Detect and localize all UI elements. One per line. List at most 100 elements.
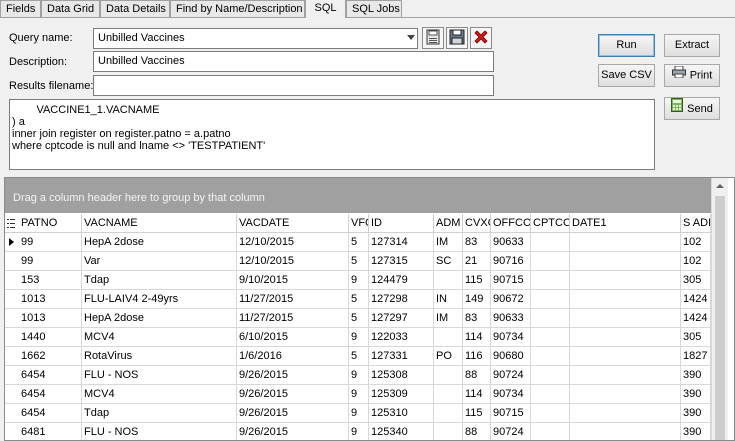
table-cell[interactable] <box>570 271 681 289</box>
tab-data-grid[interactable]: Data Grid <box>41 0 100 17</box>
table-cell[interactable]: 90724 <box>491 366 531 384</box>
table-cell[interactable]: 115 <box>463 271 491 289</box>
table-cell[interactable]: 11/27/2015 <box>237 309 349 327</box>
table-cell[interactable] <box>531 309 570 327</box>
table-cell[interactable]: 1/6/2016 <box>237 347 349 365</box>
send-button[interactable]: Send <box>664 97 720 120</box>
table-cell[interactable]: 9/10/2015 <box>237 271 349 289</box>
table-cell[interactable]: 99 <box>19 252 82 270</box>
table-cell[interactable]: 9 <box>349 385 369 403</box>
table-cell[interactable]: 390 <box>681 404 711 422</box>
table-cell[interactable]: 122033 <box>369 328 434 346</box>
table-cell[interactable] <box>570 252 681 270</box>
column-header-cptco[interactable]: CPTCO <box>531 214 570 233</box>
print-button[interactable]: Print <box>664 64 720 87</box>
table-cell[interactable]: 9 <box>349 328 369 346</box>
table-cell[interactable]: 90734 <box>491 328 531 346</box>
table-cell[interactable] <box>570 309 681 327</box>
table-cell[interactable]: 9/26/2015 <box>237 366 349 384</box>
sql-editor[interactable]: VACCINE1_1.VACNAME ) a inner join regist… <box>9 99 655 170</box>
table-cell[interactable]: 6/10/2015 <box>237 328 349 346</box>
table-cell[interactable]: 9/26/2015 <box>237 404 349 422</box>
table-cell[interactable]: 124479 <box>369 271 434 289</box>
table-cell[interactable]: 90715 <box>491 404 531 422</box>
table-cell[interactable] <box>434 328 463 346</box>
table-cell[interactable]: 149 <box>463 290 491 308</box>
column-header-s-add[interactable]: S ADD <box>681 214 711 233</box>
description-field[interactable]: Unbilled Vaccines <box>93 51 494 72</box>
group-by-panel[interactable]: Drag a column header here to group by th… <box>5 178 711 213</box>
table-cell[interactable] <box>531 233 570 251</box>
table-cell[interactable]: 6454 <box>19 366 82 384</box>
table-cell[interactable]: 88 <box>463 366 491 384</box>
run-button[interactable]: Run <box>598 34 655 57</box>
table-cell[interactable]: 90724 <box>491 423 531 440</box>
table-cell[interactable]: 1013 <box>19 290 82 308</box>
vertical-scrollbar[interactable] <box>711 178 728 440</box>
table-cell[interactable] <box>531 404 570 422</box>
table-cell[interactable]: 9 <box>349 423 369 440</box>
table-cell[interactable]: 125340 <box>369 423 434 440</box>
table-row[interactable]: 153 Tdap 9/10/2015 9 124479 115 90715 305 <box>5 271 711 290</box>
column-header-id[interactable]: ID <box>369 214 434 233</box>
table-cell[interactable]: 1424 <box>681 290 711 308</box>
table-cell[interactable] <box>434 271 463 289</box>
table-cell[interactable]: MCV4 <box>82 385 237 403</box>
table-cell[interactable]: IN <box>434 290 463 308</box>
extract-button[interactable]: Extract <box>664 34 720 57</box>
table-cell[interactable]: IM <box>434 309 463 327</box>
table-cell[interactable]: FLU - NOS <box>82 366 237 384</box>
table-cell[interactable] <box>570 347 681 365</box>
table-cell[interactable]: 305 <box>681 328 711 346</box>
table-cell[interactable]: 90633 <box>491 309 531 327</box>
table-cell[interactable]: SC <box>434 252 463 270</box>
table-row[interactable]: 99 Var 12/10/2015 5 127315 SC 21 90716 102 <box>5 252 711 271</box>
table-cell[interactable] <box>531 271 570 289</box>
column-header-adm[interactable]: ADM <box>434 214 463 233</box>
table-cell[interactable]: 90716 <box>491 252 531 270</box>
table-cell[interactable] <box>434 404 463 422</box>
table-cell[interactable]: 5 <box>349 252 369 270</box>
table-cell[interactable]: 1424 <box>681 309 711 327</box>
table-cell[interactable] <box>531 252 570 270</box>
table-cell[interactable] <box>531 423 570 440</box>
table-cell[interactable]: 115 <box>463 404 491 422</box>
table-row[interactable]: 6454 MCV4 9/26/2015 9 125309 114 90734 390 <box>5 385 711 404</box>
table-cell[interactable]: IM <box>434 233 463 251</box>
column-header-vfc[interactable]: VFC <box>349 214 369 233</box>
table-cell[interactable]: 116 <box>463 347 491 365</box>
results-filename-field[interactable] <box>93 75 494 96</box>
table-cell[interactable]: 90734 <box>491 385 531 403</box>
table-cell[interactable]: 127314 <box>369 233 434 251</box>
table-cell[interactable] <box>531 385 570 403</box>
table-cell[interactable]: Tdap <box>82 404 237 422</box>
table-cell[interactable] <box>570 423 681 440</box>
table-cell[interactable]: 90715 <box>491 271 531 289</box>
table-row[interactable]: 1013 FLU-LAIV4 2-49yrs 11/27/2015 5 127298 IN… <box>5 290 711 309</box>
table-row[interactable]: 6454 FLU - NOS 9/26/2015 9 125308 88 90724 390 <box>5 366 711 385</box>
scroll-thumb[interactable] <box>715 196 725 440</box>
table-cell[interactable]: 99 <box>19 233 82 251</box>
table-cell[interactable]: RotaVirus <box>82 347 237 365</box>
table-cell[interactable]: 1440 <box>19 328 82 346</box>
table-cell[interactable]: 5 <box>349 233 369 251</box>
save-button[interactable] <box>422 27 444 49</box>
tab-find-by-name[interactable]: Find by Name/Description <box>170 0 305 17</box>
table-cell[interactable]: 127297 <box>369 309 434 327</box>
table-cell[interactable] <box>570 328 681 346</box>
table-cell[interactable]: 5 <box>349 309 369 327</box>
table-cell[interactable]: PO <box>434 347 463 365</box>
column-header-date1[interactable]: DATE1 <box>570 214 681 233</box>
table-cell[interactable]: 83 <box>463 233 491 251</box>
delete-button[interactable] <box>470 27 492 49</box>
table-cell[interactable]: 127331 <box>369 347 434 365</box>
table-cell[interactable]: 125309 <box>369 385 434 403</box>
table-cell[interactable]: HepA 2dose <box>82 309 237 327</box>
column-header-vacdate[interactable]: VACDATE <box>237 214 349 233</box>
chevron-down-icon[interactable] <box>407 35 415 40</box>
table-cell[interactable] <box>434 366 463 384</box>
table-cell[interactable] <box>531 366 570 384</box>
table-cell[interactable] <box>434 423 463 440</box>
column-header-cvxc[interactable]: CVXC <box>463 214 491 233</box>
table-cell[interactable]: HepA 2dose <box>82 233 237 251</box>
